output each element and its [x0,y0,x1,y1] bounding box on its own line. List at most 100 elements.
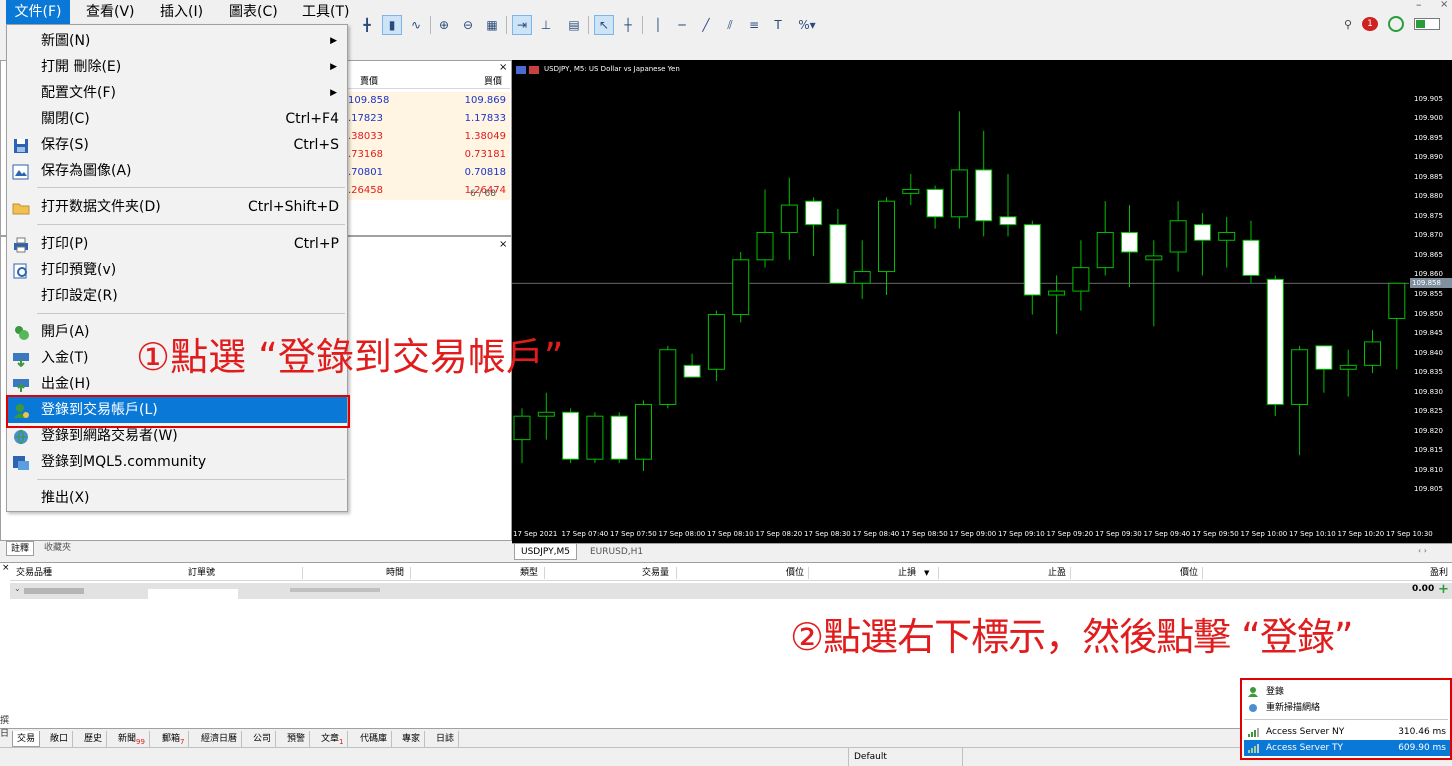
shapes-dropdown-icon[interactable]: %▾ [792,15,822,35]
tab-eurusd-h1[interactable]: EURUSD,H1 [584,544,649,560]
menu-item-open-deleted[interactable]: 打開 刪除(E) ▶ [7,54,347,80]
line-chart-icon[interactable]: ∿ [406,15,426,35]
menu-item-save-as-picture[interactable]: 保存為圖像(A) [7,158,347,184]
menu-item-print[interactable]: 打印(P) Ctrl+P [7,231,347,257]
tab-news[interactable]: 新聞99 [114,731,150,747]
col-order[interactable]: 訂單號 [188,565,215,581]
tab-codebase[interactable]: 代碼庫 [356,731,393,747]
quote-row[interactable]: .73168 0.73181 [346,146,510,164]
close-window-icon[interactable]: × [1440,0,1448,10]
trendline-icon[interactable]: ╱ [696,15,716,35]
toggle-icon[interactable] [1414,18,1440,30]
price-tick-label: 109.840 [1414,348,1443,357]
candle-body [562,411,580,460]
submenu-arrow-icon: ▶ [330,88,337,98]
menu-file[interactable]: 文件(F) [6,0,70,24]
candle [1023,220,1041,315]
time-tick-label: 17 Sep 09:40 [1143,530,1191,538]
horizontal-line-icon[interactable]: ─ [672,15,692,35]
popup-item-login[interactable]: 登錄 [1244,684,1450,700]
level-icon[interactable] [1388,16,1404,32]
time-tick-label: 17 Sep 2021 [513,530,558,538]
candle-body [926,188,944,218]
profile-name[interactable]: Default [854,752,887,762]
tab-exposure[interactable]: 敞口 [46,731,74,747]
cursor-icon[interactable]: ↖ [594,15,614,35]
add-icon[interactable]: + [1438,582,1449,597]
menu-item-new-chart[interactable]: 新圖(N) ▶ [7,28,347,54]
tab-articles[interactable]: 文章1 [317,731,349,747]
indicators-icon[interactable]: ▤ [564,15,584,35]
tabs-scroll-icon[interactable]: ‹ › [1418,546,1427,555]
col-symbol[interactable]: 交易品種 [16,565,52,581]
col-price[interactable]: 價位 [786,565,804,581]
col-profit[interactable]: 盈利 [1430,565,1448,581]
channel-icon[interactable]: ⫽ [720,15,740,35]
annotation-step1: ①點選 “登錄到交易帳戶” [136,335,564,379]
tab-trade[interactable]: 交易 [12,731,41,747]
tab-mailbox[interactable]: 郵箱7 [158,731,190,747]
tab-journal[interactable]: 日誌 [432,731,460,747]
fibonacci-icon[interactable]: ≡ [744,15,764,35]
menu-item-open-data-folder[interactable]: 打开数据文件夹(D) Ctrl+Shift+D [7,194,347,220]
quote-row[interactable]: 109.858 109.869 [346,92,510,110]
price-tick-label: 109.875 [1414,211,1443,220]
menu-insert[interactable]: 插入(I) [160,0,203,24]
tab-experts[interactable]: 專家 [398,731,426,747]
sort-down-icon[interactable]: ▼ [924,565,929,581]
minimize-icon[interactable]: – [1416,0,1422,11]
menu-item-close[interactable]: 關閉(C) Ctrl+F4 [7,106,347,132]
crosshair-icon[interactable]: ┼ [618,15,638,35]
search-icon[interactable]: ⚲ [1344,18,1358,32]
tab-alerts[interactable]: 預警 [283,731,311,747]
bar-chart-icon[interactable]: ╋ [357,15,377,35]
ask-header: 買價 [484,77,503,87]
col-stoploss[interactable]: 止損 [898,565,916,581]
candlestick-icon[interactable]: ▮ [382,15,402,35]
menu-item-exit[interactable]: 推出(X) [7,485,347,511]
quote-row[interactable]: .17823 1.17833 [346,110,510,128]
close-icon[interactable]: × [2,563,10,573]
col-current-price[interactable]: 價位 [1180,565,1198,581]
zoom-in-icon[interactable]: ⊕ [434,15,454,35]
quote-row[interactable]: .38033 1.38049 [346,128,510,146]
tab-notes[interactable]: 註釋 [6,541,35,556]
menu-item-print-preview[interactable]: 打印預覽(v) [7,257,347,283]
notification-icon[interactable]: 1 [1362,17,1378,31]
popup-item-rescan[interactable]: 重新掃描網絡 [1244,700,1450,716]
menu-item-save[interactable]: 保存(S) Ctrl+S [7,132,347,158]
menu-item-print-setup[interactable]: 打印設定(R) [7,283,347,309]
vertical-line-icon[interactable]: │ [648,15,668,35]
menu-view[interactable]: 查看(V) [86,0,135,24]
menu-chart[interactable]: 圖表(C) [229,0,278,24]
close-icon[interactable]: × [499,239,507,250]
tab-usdjpy-m5[interactable]: USDJPY,M5 [514,544,577,560]
tab-favorites[interactable]: 收藏夾 [40,541,75,556]
tab-calendar[interactable]: 經濟日曆 [197,731,243,747]
price-chart[interactable] [512,60,1409,543]
col-volume[interactable]: 交易量 [642,565,669,581]
quote-row[interactable]: .70801 0.70818 [346,164,510,182]
text-icon[interactable]: T [768,15,788,35]
menu-item-login-mql5[interactable]: 登錄到MQL5.community [7,449,347,475]
chart-shift-icon[interactable]: ⊥ [536,15,556,35]
menu-tools[interactable]: 工具(T) [302,0,349,24]
candle [659,345,677,409]
tab-company[interactable]: 公司 [249,731,277,747]
menu-item-profiles[interactable]: 配置文件(F) ▶ [7,80,347,106]
col-takeprofit[interactable]: 止盈 [1048,565,1066,581]
zoom-out-icon[interactable]: ⊖ [458,15,478,35]
col-type[interactable]: 類型 [520,565,538,581]
tab-history[interactable]: 歷史 [80,731,108,747]
tile-windows-icon[interactable]: ▦ [482,15,502,35]
candle-body [732,259,750,316]
popup-server-ny[interactable]: Access Server NY 310.46 ms [1244,724,1450,740]
popup-server-ty[interactable]: Access Server TY 609.90 ms [1244,740,1450,756]
candle [586,412,604,464]
balance-row[interactable]: ⌄ 0.00 + [10,582,1452,599]
expand-icon[interactable]: ⌄ [14,584,21,593]
close-icon[interactable]: × [499,62,507,73]
symbol-count: 6 / 68 [470,189,496,199]
col-time[interactable]: 時間 [386,565,404,581]
autoscroll-icon[interactable]: ⇥ [512,15,532,35]
